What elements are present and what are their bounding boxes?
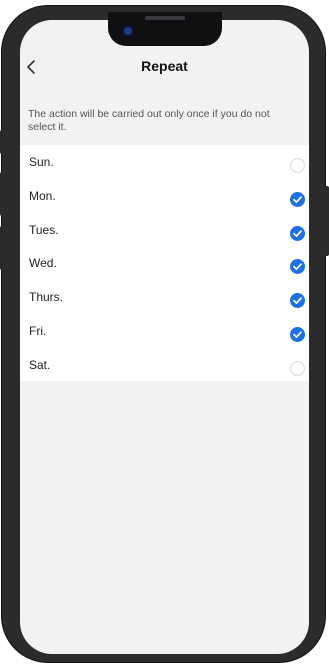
day-label: Tues. bbox=[29, 223, 59, 237]
day-row-tues[interactable]: Tues. bbox=[20, 213, 309, 246]
checked-circle-icon[interactable] bbox=[290, 327, 305, 342]
speaker-grille bbox=[145, 16, 185, 20]
day-row-sun[interactable]: Sun. bbox=[20, 145, 309, 178]
day-label: Sun. bbox=[29, 155, 54, 169]
day-row-thurs[interactable]: Thurs. bbox=[20, 280, 309, 313]
power-button bbox=[325, 186, 329, 256]
checked-circle-icon[interactable] bbox=[290, 192, 305, 207]
unchecked-circle-icon[interactable] bbox=[290, 361, 305, 376]
volume-down-button bbox=[0, 226, 4, 270]
day-row-mon[interactable]: Mon. bbox=[20, 179, 309, 212]
front-camera bbox=[124, 27, 132, 35]
day-label: Mon. bbox=[29, 189, 56, 203]
checked-circle-icon[interactable] bbox=[290, 226, 305, 241]
day-label: Sat. bbox=[29, 358, 51, 372]
day-label: Wed. bbox=[29, 256, 57, 270]
day-label: Thurs. bbox=[29, 290, 64, 304]
mute-switch bbox=[0, 130, 4, 154]
unchecked-circle-icon[interactable] bbox=[290, 158, 305, 173]
day-label: Fri. bbox=[29, 324, 47, 338]
day-row-wed[interactable]: Wed. bbox=[20, 246, 309, 279]
day-list: Sun. Mon. Tues. Wed. Thurs. Fri. Sat. bbox=[20, 145, 309, 381]
day-row-fri[interactable]: Fri. bbox=[20, 314, 309, 347]
day-row-sat[interactable]: Sat. bbox=[20, 348, 309, 381]
checked-circle-icon[interactable] bbox=[290, 293, 305, 308]
checked-circle-icon[interactable] bbox=[290, 259, 305, 274]
screen: Repeat The action will be carried out on… bbox=[20, 20, 309, 654]
navigation-bar: Repeat bbox=[20, 50, 309, 84]
page-title: Repeat bbox=[141, 58, 188, 74]
repeat-hint-text: The action will be carried out only once… bbox=[28, 108, 270, 133]
volume-up-button bbox=[0, 172, 4, 216]
